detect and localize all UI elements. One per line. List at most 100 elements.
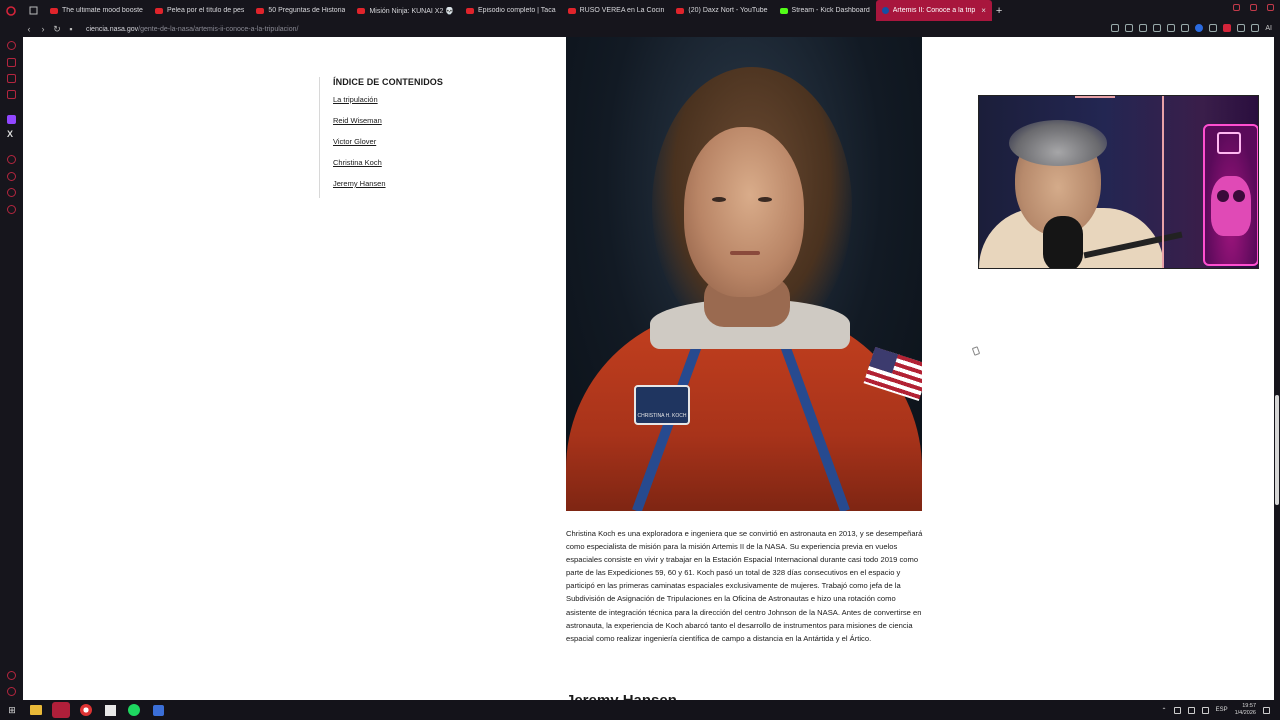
browser-tab-bar: The ultimate mood booste Pelea por el tí… xyxy=(0,0,1280,21)
youtube-icon xyxy=(676,7,685,14)
portrait-mouth xyxy=(730,251,760,255)
tab-1[interactable]: Pelea por el título de pes xyxy=(149,0,250,21)
tab-4[interactable]: Episodio completo | Taca xyxy=(460,0,562,21)
table-of-contents: ÍNDICE DE CONTENIDOS La tripulación Reid… xyxy=(319,77,443,198)
sidebar-toggle-icon[interactable] xyxy=(7,687,16,696)
heart-icon[interactable] xyxy=(1167,24,1176,32)
close-window-icon[interactable] xyxy=(1267,4,1274,11)
address-bar-row: ‹ › ↻ ▪ ciencia.nasa.gov/gente-de-la-nas… xyxy=(0,21,1280,37)
windows-taskbar: ⊞ ⌃ ESP 19:57 1/4/2026 xyxy=(0,700,1280,720)
close-tab-icon[interactable]: × xyxy=(981,6,986,15)
history-icon[interactable] xyxy=(7,172,16,181)
tab-2[interactable]: 50 Preguntas de Historia xyxy=(250,0,351,21)
astronaut-portrait: CHRISTINA H. KOCH xyxy=(566,37,922,511)
battery-icon[interactable] xyxy=(1187,706,1195,714)
shopping-icon[interactable] xyxy=(7,58,16,67)
app-taskbar-button[interactable] xyxy=(150,702,166,718)
reload-icon[interactable]: ↻ xyxy=(50,24,64,35)
twitch-neon-icon xyxy=(1217,132,1241,154)
toc-item-reid-wiseman[interactable]: Reid Wiseman xyxy=(333,116,443,125)
store-taskbar-button[interactable] xyxy=(102,702,118,718)
chevron-up-icon[interactable]: ⌃ xyxy=(1162,707,1167,714)
page-scrollbar[interactable] xyxy=(1274,37,1280,700)
volume-icon[interactable] xyxy=(1201,706,1209,714)
home-icon[interactable] xyxy=(7,41,16,50)
opera-menu-icon[interactable] xyxy=(0,0,22,21)
x-twitter-icon[interactable]: X xyxy=(7,129,13,139)
notifications-icon[interactable] xyxy=(1263,706,1270,714)
tab-menu-icon[interactable] xyxy=(22,0,44,21)
heart-sidebar-icon[interactable] xyxy=(7,188,16,197)
youtube-icon xyxy=(154,7,163,14)
clock-date: 1/4/2026 xyxy=(1234,710,1256,716)
split-view-icon[interactable] xyxy=(1111,24,1120,32)
chrome-taskbar-button[interactable] xyxy=(78,702,94,718)
extension-icon[interactable] xyxy=(1181,24,1190,32)
youtube-icon xyxy=(256,7,265,14)
webcam-overlay xyxy=(978,95,1259,269)
vpn-icon[interactable] xyxy=(1195,24,1204,32)
web-page: ÍNDICE DE CONTENIDOS La tripulación Reid… xyxy=(23,37,1274,700)
owl-figure xyxy=(1211,176,1251,236)
file-explorer-button[interactable] xyxy=(28,702,44,718)
tab-7[interactable]: Stream - Kick Dashboard xyxy=(774,0,876,21)
toc-item-jeremy-hansen[interactable]: Jeremy Hansen xyxy=(333,179,443,188)
forward-icon[interactable]: › xyxy=(36,24,50,34)
store-icon xyxy=(104,704,116,716)
music-icon[interactable] xyxy=(7,155,16,164)
url-domain: ciencia.nasa.gov xyxy=(86,25,139,33)
mouse-cursor-icon xyxy=(971,346,981,356)
folder-icon xyxy=(30,705,42,715)
tab-3[interactable]: Misión Ninja: KUNAI X2 💀 xyxy=(351,0,460,21)
ai-button[interactable]: AI xyxy=(1265,25,1272,32)
settings-sidebar-icon[interactable] xyxy=(7,205,16,214)
minimize-icon[interactable] xyxy=(1250,4,1257,11)
more-icon[interactable] xyxy=(7,671,16,680)
snapshot-icon[interactable] xyxy=(1139,24,1148,32)
bio-paragraph: Christina Koch es una exploradora e inge… xyxy=(566,529,923,643)
tab-6[interactable]: (20) Daxz Nort - YouTube xyxy=(670,0,773,21)
portrait-eye xyxy=(712,197,726,202)
opera-ext-icon[interactable] xyxy=(1223,24,1232,32)
clock-time: 19:57 xyxy=(1242,703,1256,709)
tab-8-active[interactable]: Artemis II: Conoce a la trip × xyxy=(875,0,992,21)
youtube-icon xyxy=(466,7,475,14)
youtube-icon xyxy=(567,7,576,14)
scrollbar-thumb[interactable] xyxy=(1275,395,1279,505)
toc-item-christina-koch[interactable]: Christina Koch xyxy=(333,158,443,167)
toc-item-tripulacion[interactable]: La tripulación xyxy=(333,95,443,104)
back-icon[interactable]: ‹ xyxy=(22,24,36,34)
bookmark-icon[interactable] xyxy=(1125,24,1134,32)
webcam-frame xyxy=(979,96,1164,268)
settings-icon[interactable] xyxy=(1251,24,1260,32)
portrait-face xyxy=(684,127,804,297)
network-icon[interactable] xyxy=(1173,706,1181,714)
chrome-icon xyxy=(80,704,92,716)
toc-heading: ÍNDICE DE CONTENIDOS xyxy=(333,77,444,87)
url-field[interactable]: ciencia.nasa.gov/gente-de-la-nasa/artemi… xyxy=(86,26,298,33)
portrait-eye xyxy=(758,197,772,202)
language-indicator[interactable]: ESP xyxy=(1216,707,1228,713)
kick-icon xyxy=(779,7,788,14)
download-icon[interactable] xyxy=(1237,24,1246,32)
start-icon[interactable]: ⊞ xyxy=(4,702,20,718)
tab-0[interactable]: The ultimate mood booste xyxy=(44,0,149,21)
tab-5[interactable]: RUSO VEREA en La Cocin xyxy=(562,0,671,21)
twitch-icon[interactable] xyxy=(7,115,16,124)
search-tabs-icon[interactable] xyxy=(1233,4,1240,11)
shield-icon[interactable] xyxy=(1153,24,1162,32)
messenger-icon[interactable] xyxy=(7,74,16,83)
whatsapp-icon[interactable] xyxy=(7,90,16,99)
nasa-icon xyxy=(881,7,889,14)
play-icon[interactable] xyxy=(1209,24,1218,32)
spotify-taskbar-button[interactable] xyxy=(126,702,142,718)
spotify-icon xyxy=(128,704,140,716)
window-controls xyxy=(1233,4,1274,11)
clock[interactable]: 19:57 1/4/2026 xyxy=(1235,703,1256,717)
new-tab-button[interactable]: + xyxy=(992,5,1006,17)
youtube-icon xyxy=(357,7,366,14)
toc-item-victor-glover[interactable]: Victor Glover xyxy=(333,137,443,146)
section-heading: Jeremy Hansen xyxy=(566,692,677,700)
opera-taskbar-button[interactable] xyxy=(52,702,70,718)
webcam-frame-top xyxy=(1075,96,1115,98)
